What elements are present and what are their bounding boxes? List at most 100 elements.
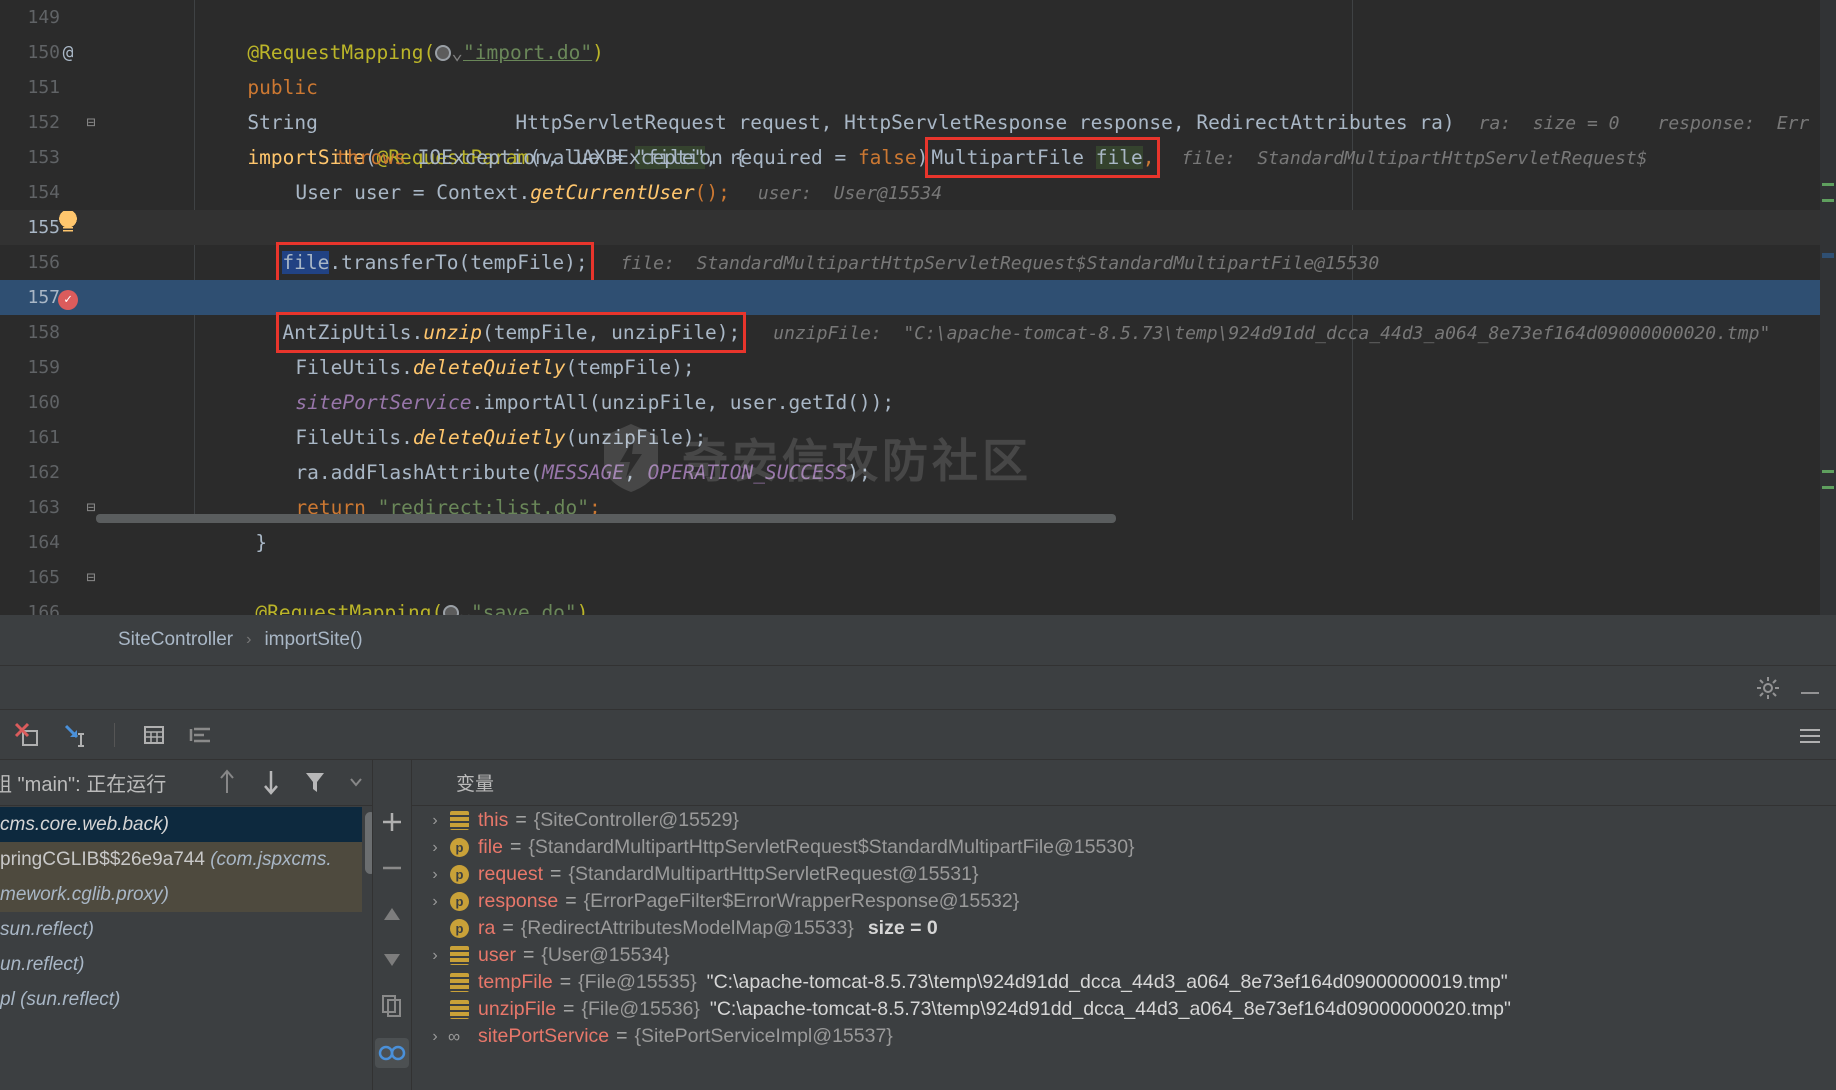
code-editor[interactable]: 149 @RequestMapping(⌄"import.do") 150 @ … xyxy=(0,0,1836,615)
frame-row[interactable]: pringCGLIB$$26e9a744 (com.jspxcms. xyxy=(0,842,362,877)
frames-list[interactable]: cms.core.web.back) pringCGLIB$$26e9a744 … xyxy=(0,807,362,1090)
variables-tab-label: 变量 xyxy=(456,769,494,796)
variable-row-ra[interactable]: › p ra = {RedirectAttributesModelMap@155… xyxy=(412,915,1836,942)
frame-text-pkg: (com.jspxcms. xyxy=(210,849,331,870)
expand-arrow-icon[interactable]: › xyxy=(422,866,448,884)
variable-row-siteportservice[interactable]: › ∞ sitePortService = {SitePortServiceIm… xyxy=(412,1023,1836,1050)
frames-header-icons[interactable] xyxy=(216,768,364,796)
editor-horizontal-scrollbar[interactable] xyxy=(96,514,1116,523)
settings-list-icon[interactable] xyxy=(1796,722,1824,750)
intention-bulb-icon[interactable] xyxy=(48,210,88,245)
tab-variables[interactable]: 变量 xyxy=(412,760,1836,806)
equals-sign: = xyxy=(510,836,521,859)
line-number: 164 xyxy=(0,525,66,560)
code-line-154[interactable]: 154 File tempFile = FilesEx.getTempFile(… xyxy=(0,175,1836,210)
copy-icon[interactable] xyxy=(378,992,406,1020)
code-line-164[interactable]: 164 xyxy=(0,525,1836,560)
watches-toggle-icon[interactable] xyxy=(375,1038,409,1068)
marker-green-1[interactable] xyxy=(1822,183,1834,186)
editor-marker-strip[interactable] xyxy=(1820,0,1836,615)
code-line-166[interactable]: 166 xyxy=(0,595,1836,615)
parameter-icon: p xyxy=(450,865,469,884)
remove-watch-icon[interactable] xyxy=(378,854,406,882)
field-icon xyxy=(450,811,469,830)
variable-row-user[interactable]: › user = {User@15534} xyxy=(412,942,1836,969)
arrow-down-icon[interactable] xyxy=(260,768,282,796)
code-line-158[interactable]: 158 FileUtils.deleteQuietly(tempFile); xyxy=(0,315,1836,350)
variable-row-file[interactable]: › p file = {StandardMultipartHttpServlet… xyxy=(412,834,1836,861)
frame-text: sun.reflect) xyxy=(0,919,94,940)
move-down-icon[interactable] xyxy=(378,946,406,974)
sort-lines-icon[interactable] xyxy=(185,718,219,752)
code-line-153[interactable]: 153 User user = Context.getCurrentUser()… xyxy=(0,140,1836,175)
frame-row[interactable]: sun.reflect) xyxy=(0,912,362,947)
breakpoint-icon[interactable]: ✓ xyxy=(48,280,88,315)
breadcrumb-class[interactable]: SiteController xyxy=(118,629,233,651)
fold-marker-3[interactable]: ⊟ xyxy=(80,560,102,595)
variable-value: {SiteController@15529} xyxy=(534,809,739,832)
evaluate-expression-icon[interactable] xyxy=(58,718,92,752)
variable-row-unzipfile[interactable]: › unzipFile = {File@15536} "C:\apache-to… xyxy=(412,996,1836,1023)
frames-header[interactable]: 组 "main": 正在运行 xyxy=(0,760,410,806)
move-up-icon[interactable] xyxy=(378,900,406,928)
filter-icon[interactable] xyxy=(304,768,326,796)
variable-value: {User@15534} xyxy=(541,944,669,967)
override-marker[interactable]: @ xyxy=(48,35,88,70)
variable-string-value: "C:\apache-tomcat-8.5.73\temp\924d91dd_d… xyxy=(710,998,1511,1021)
expand-arrow-icon[interactable]: › xyxy=(422,893,448,911)
expand-arrow-icon[interactable]: › xyxy=(422,812,448,830)
gear-icon[interactable] xyxy=(1756,676,1780,700)
marker-current-line[interactable] xyxy=(1822,253,1834,258)
expand-arrow-icon[interactable]: › xyxy=(422,1028,448,1046)
frames-pane[interactable]: 组 "main": 正在运行 xyxy=(0,760,410,1090)
frame-text-plain: pringCGLIB$$26e9a744 xyxy=(0,849,210,870)
arrow-up-icon[interactable] xyxy=(216,768,238,796)
mute-breakpoints-icon[interactable] xyxy=(10,718,44,752)
breadcrumb[interactable]: SiteController › importSite() xyxy=(0,615,1836,665)
code-line-162[interactable]: 162 return "redirect:list.do"; xyxy=(0,455,1836,490)
add-watch-icon[interactable] xyxy=(378,808,406,836)
code-line-161[interactable]: 161 ra.addFlashAttribute(MESSAGE, OPERAT… xyxy=(0,420,1836,455)
code-line-149[interactable]: 149 @RequestMapping(⌄"import.do") xyxy=(0,0,1836,35)
thread-label[interactable]: 组 "main": 正在运行 xyxy=(0,768,166,797)
code-line-159[interactable]: 159 sitePortService.importAll(unzipFile,… xyxy=(0,350,1836,385)
frame-row[interactable]: pl (sun.reflect) xyxy=(0,982,362,1017)
frame-row[interactable]: mework.cglib.proxy) xyxy=(0,877,362,912)
variable-value: {StandardMultipartHttpServletRequest@155… xyxy=(568,863,978,886)
breadcrumb-method[interactable]: importSite() xyxy=(264,629,362,651)
code-line-157-current[interactable]: 157 ✓ AntZipUtils.unzip(tempFile, unzipF… xyxy=(0,280,1836,315)
code-line-152[interactable]: 152 ⊟ throws IOException, JAXBException … xyxy=(0,105,1836,140)
breadcrumb-separator-icon: › xyxy=(246,631,251,649)
marker-green-3[interactable] xyxy=(1822,470,1834,473)
variable-name: ra xyxy=(478,917,495,940)
layout-table-icon[interactable] xyxy=(137,718,171,752)
expand-arrow-icon[interactable]: › xyxy=(422,947,448,965)
variable-row-this[interactable]: › this = {SiteController@15529} xyxy=(412,807,1836,834)
code-line-155[interactable]: 155 file.transferTo(tempFile);file: Stan… xyxy=(0,210,1836,245)
equals-sign: = xyxy=(565,890,576,913)
code-line-160[interactable]: 160 FileUtils.deleteQuietly(unzipFile); xyxy=(0,385,1836,420)
code-line-151[interactable]: 151 HttpServletRequest request, HttpServ… xyxy=(0,70,1836,105)
fold-marker[interactable]: ⊟ xyxy=(80,105,102,140)
code-line-150[interactable]: 150 @ public String importSite(@RequestP… xyxy=(0,35,1836,70)
marker-green-2[interactable] xyxy=(1822,199,1834,202)
line-number: 163 xyxy=(0,490,66,525)
variable-value: {File@15536} xyxy=(581,998,699,1021)
variables-pane[interactable]: 变量 › this = {SiteController@15529} › p f… xyxy=(412,760,1836,1090)
marker-green-4[interactable] xyxy=(1822,486,1834,489)
variable-value: {File@15535} xyxy=(578,971,696,994)
variable-row-tempfile[interactable]: › tempFile = {File@15535} "C:\apache-tom… xyxy=(412,969,1836,996)
code-line-165[interactable]: 165 ⊟ @RequestMapping(⌄"save.do") xyxy=(0,560,1836,595)
variables-list[interactable]: › this = {SiteController@15529} › p file… xyxy=(412,807,1836,1090)
frame-row[interactable]: un.reflect) xyxy=(0,947,362,982)
variable-row-response[interactable]: › p response = {ErrorPageFilter$ErrorWra… xyxy=(412,888,1836,915)
code-line-156[interactable]: 156 File unzipFile = FilesEx.getTempFile… xyxy=(0,245,1836,280)
toolbar-right-group[interactable] xyxy=(1796,722,1824,750)
chevron-down-icon[interactable] xyxy=(348,768,364,796)
variables-tool-column[interactable] xyxy=(372,760,412,1090)
debug-toolbar[interactable] xyxy=(0,710,1836,760)
frame-row[interactable]: cms.core.web.back) xyxy=(0,807,362,842)
minimize-icon[interactable] xyxy=(1798,676,1822,700)
expand-arrow-icon[interactable]: › xyxy=(422,839,448,857)
variable-row-request[interactable]: › p request = {StandardMultipartHttpServ… xyxy=(412,861,1836,888)
